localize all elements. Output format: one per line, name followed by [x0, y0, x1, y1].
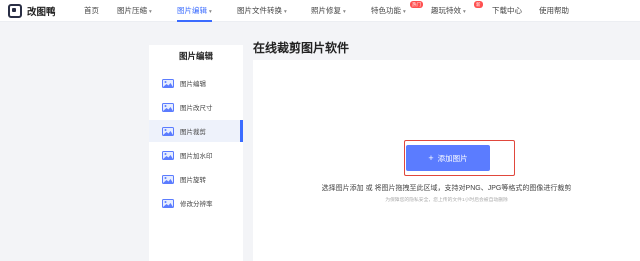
image-icon [162, 174, 174, 184]
chevron-down-icon: ▾ [343, 9, 346, 15]
chevron-down-icon: ▾ [463, 9, 466, 15]
hot-badge: 热门 [410, 1, 423, 8]
sidebar-item-watermark[interactable]: 图片加水印 [149, 144, 243, 166]
page-title: 在线裁剪图片软件 [253, 41, 350, 55]
sidebar-item-resolution[interactable]: 修改分辨率 [149, 192, 243, 214]
nav-item-help[interactable]: 使用帮助 [539, 0, 569, 22]
add-image-button[interactable]: + 添加图片 [406, 145, 490, 171]
nav-item-edit[interactable]: 图片编辑 ▾ [177, 0, 212, 22]
nav-item-features[interactable]: 特色功能 ▾ [371, 0, 406, 22]
nav-item-convert[interactable]: 图片文件转换 ▾ [237, 0, 287, 22]
image-icon [162, 150, 174, 160]
logo-icon [8, 4, 22, 18]
top-nav-bar: 改图鸭 首页 图片压缩 ▾ 图片编辑 ▾ 图片文件转换 ▾ 照片修复 ▾ 特色功能 ▾ 热… [0, 0, 640, 22]
nav-item-download[interactable]: 下载中心 [492, 0, 522, 22]
plus-icon: + [428, 152, 434, 163]
chevron-down-icon: ▾ [149, 9, 152, 15]
image-icon [162, 126, 174, 136]
sidebar-item-crop[interactable]: 图片裁剪 [149, 120, 243, 142]
sidebar-item-image-edit[interactable]: 图片编辑 [149, 72, 243, 94]
logo[interactable]: 改图鸭 [8, 3, 56, 19]
nav-item-repair[interactable]: 照片修复 ▾ [311, 0, 346, 22]
new-badge: 新 [474, 1, 483, 8]
chevron-down-icon: ▾ [403, 9, 406, 15]
chevron-down-icon: ▾ [284, 9, 287, 15]
nav-item-effects[interactable]: 趣玩特效 ▾ [431, 0, 466, 22]
sidebar-title: 图片编辑 [178, 51, 213, 61]
sidebar-item-resize[interactable]: 图片改尺寸 [149, 96, 243, 118]
image-icon [162, 102, 174, 112]
chevron-down-icon: ▾ [209, 9, 212, 15]
sidebar: 图片编辑 图片编辑 图片改尺寸 图片裁剪 图片加水印 图片旋转 修改分辨率 [149, 45, 243, 261]
image-icon [162, 198, 174, 208]
image-icon [162, 78, 174, 88]
privacy-note: 为保障您的隐私安全，您上传的文件1小时后会被自动删除 [385, 198, 508, 203]
upload-hint: 选择图片添加 或 将图片拖拽至此区域，支持对PNG、JPG等格式的图像进行裁剪 [321, 185, 572, 192]
nav-item-home[interactable]: 首页 [84, 0, 99, 22]
sidebar-item-rotate[interactable]: 图片旋转 [149, 168, 243, 190]
app-name: 改图鸭 [27, 7, 56, 18]
nav-item-compress[interactable]: 图片压缩 ▾ [117, 0, 152, 22]
